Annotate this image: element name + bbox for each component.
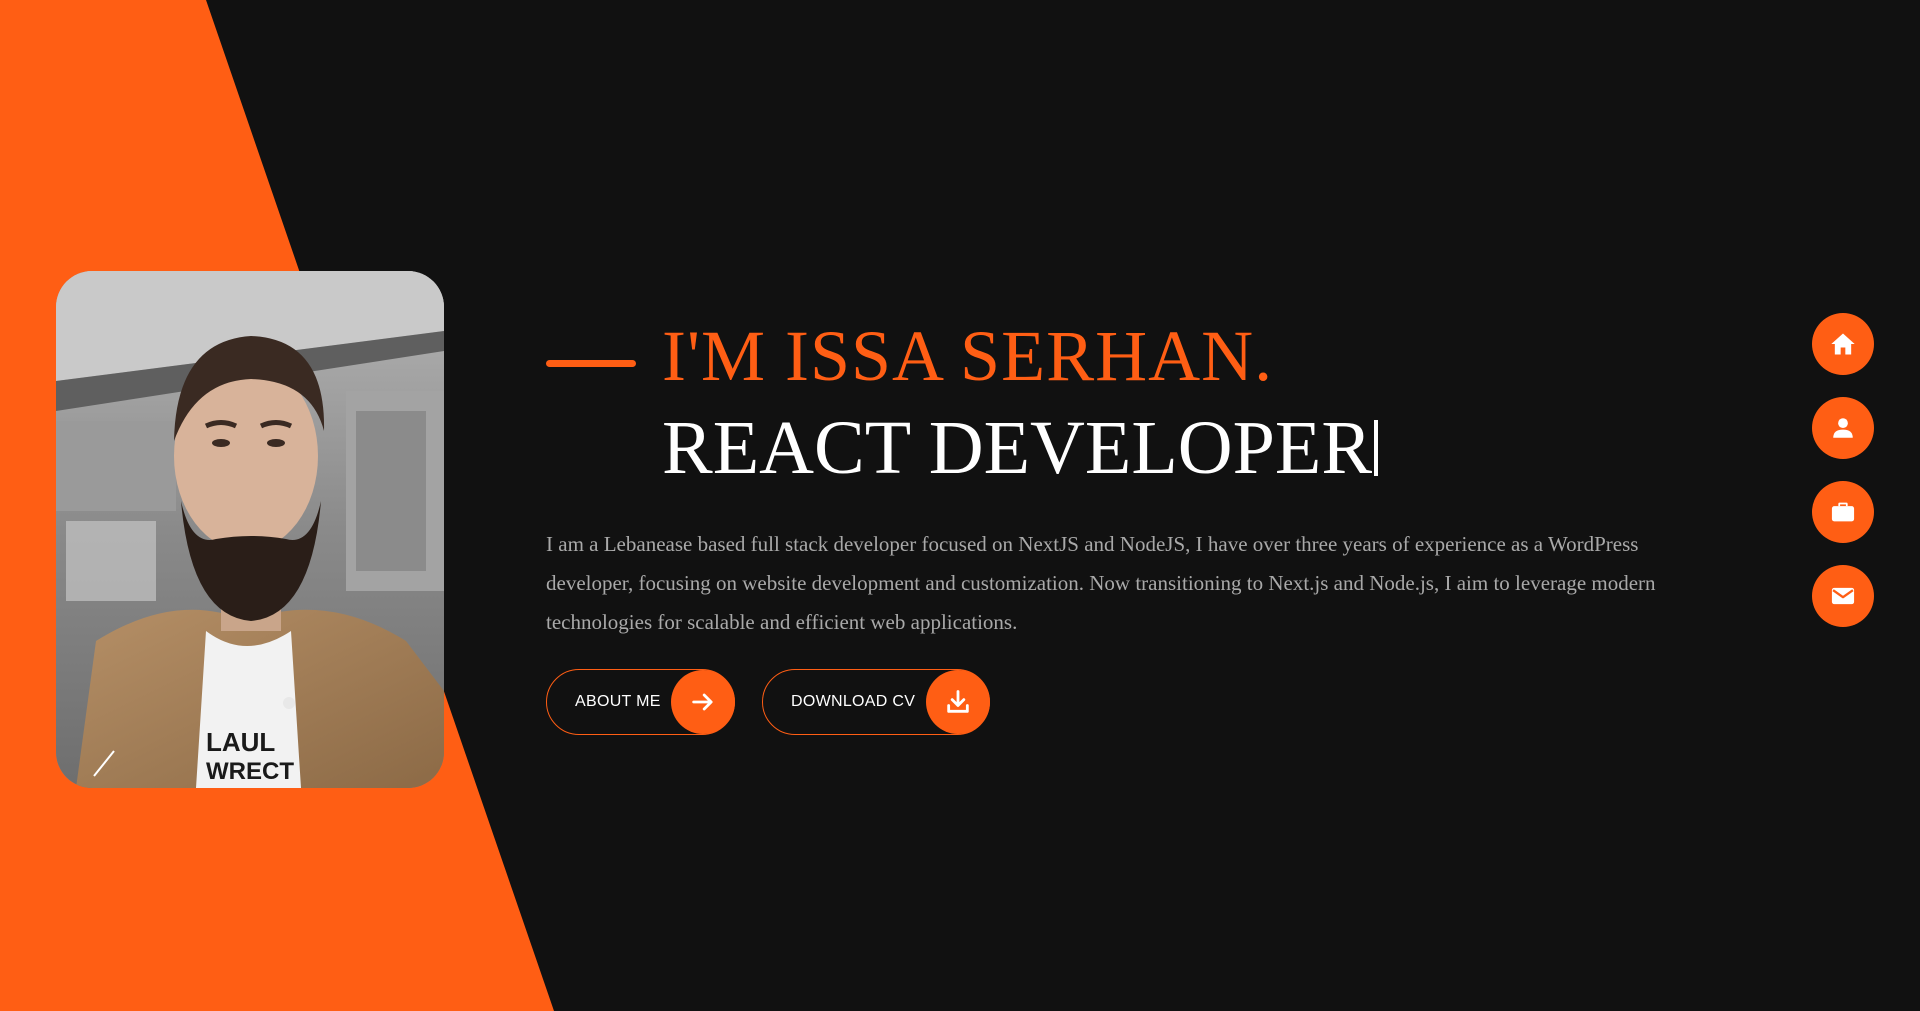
arrow-right-icon bbox=[671, 670, 735, 734]
mail-icon bbox=[1831, 587, 1855, 605]
name-title: I'M ISSA SERHAN. bbox=[662, 316, 1274, 396]
role-title: REACT DEVELOPER bbox=[662, 406, 1379, 490]
nav-home-button[interactable] bbox=[1812, 313, 1874, 375]
nav-about-button[interactable] bbox=[1812, 397, 1874, 459]
side-navigation bbox=[1812, 313, 1874, 627]
about-me-button[interactable]: ABOUT ME bbox=[546, 669, 735, 735]
role-text: REACT DEVELOPER bbox=[662, 406, 1373, 490]
nav-contact-button[interactable] bbox=[1812, 565, 1874, 627]
nav-portfolio-button[interactable] bbox=[1812, 481, 1874, 543]
svg-text:LAUL: LAUL bbox=[206, 727, 275, 757]
typing-caret bbox=[1374, 420, 1379, 476]
briefcase-icon bbox=[1831, 502, 1855, 522]
home-icon bbox=[1831, 333, 1855, 355]
download-icon bbox=[926, 670, 990, 734]
user-icon bbox=[1833, 418, 1853, 438]
about-me-label: ABOUT ME bbox=[575, 693, 661, 710]
svg-text:WRECT: WRECT bbox=[206, 758, 294, 785]
download-cv-button[interactable]: DOWNLOAD CV bbox=[762, 669, 990, 735]
bio-paragraph: I am a Lebanease based full stack develo… bbox=[546, 532, 1656, 634]
hero-section: LAUL WRECT I'M ISSA SERHAN. REACT DEVELO… bbox=[0, 0, 1920, 1011]
profile-photo: LAUL WRECT bbox=[56, 271, 444, 788]
download-cv-label: DOWNLOAD CV bbox=[791, 693, 916, 710]
accent-line bbox=[546, 360, 636, 367]
